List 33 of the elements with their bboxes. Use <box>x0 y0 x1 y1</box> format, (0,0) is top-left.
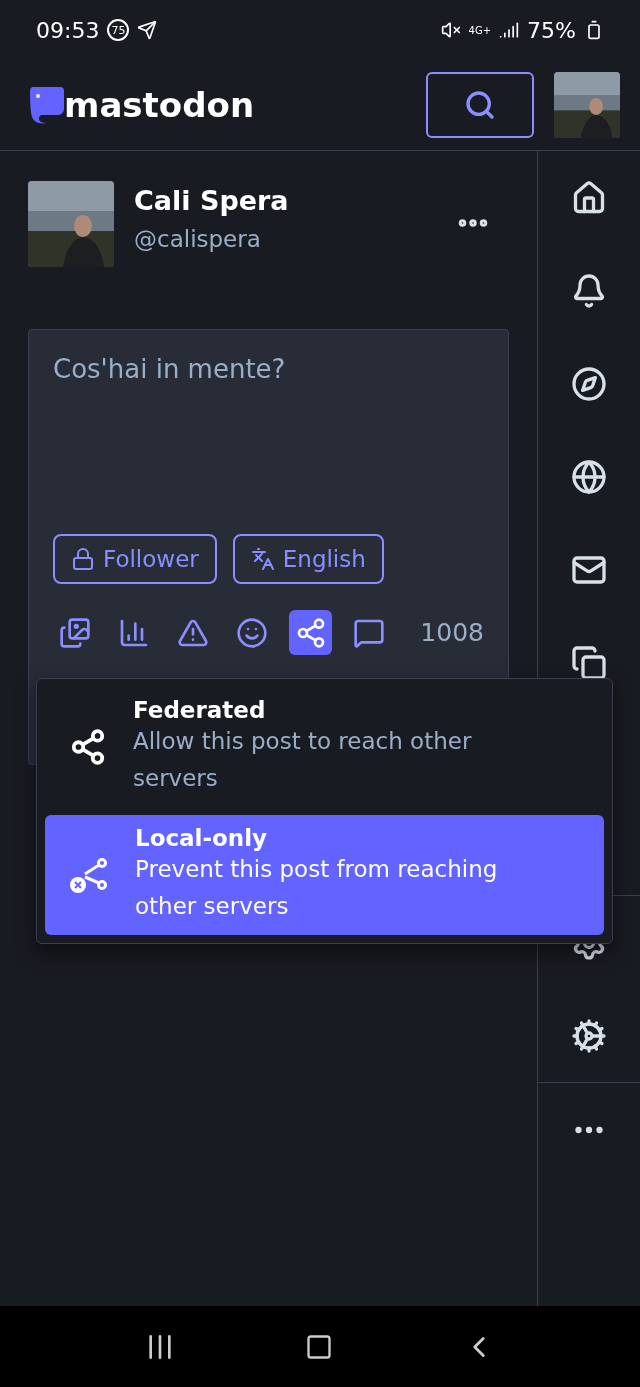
notification-badge: 75 <box>107 19 130 41</box>
account-handle: @calispera <box>134 226 262 252</box>
toolbar-button[interactable] <box>288 610 333 655</box>
network-type: 4G+ <box>468 24 492 36</box>
search-icon <box>464 89 496 121</box>
compass-icon[interactable] <box>571 365 607 402</box>
paper-plane-icon <box>137 20 158 40</box>
media-icon <box>58 616 91 649</box>
battery-level: 75% <box>527 17 576 43</box>
translate-icon <box>250 547 275 571</box>
home-icon[interactable] <box>571 179 607 216</box>
notifications-icon[interactable] <box>571 272 607 309</box>
globe-icon[interactable] <box>571 458 607 495</box>
post-text-field[interactable]: Cos'hai in mente? <box>53 354 484 534</box>
display-name: Cali Spera <box>134 185 290 216</box>
search-button[interactable] <box>426 72 534 138</box>
signal-icon <box>499 20 520 40</box>
bookmarks-icon[interactable] <box>571 644 607 681</box>
share-icon <box>69 728 107 766</box>
clock: 09:53 <box>36 17 100 43</box>
lock-icon <box>71 547 95 571</box>
home-button-icon[interactable] <box>305 1332 333 1361</box>
option-title: Local-only <box>135 825 268 851</box>
character-count: 1008 <box>420 618 484 647</box>
menu-option[interactable]: Local-only Prevent this post from reaching other servers <box>45 815 604 935</box>
emoji-icon <box>235 616 268 649</box>
logo-icon <box>28 85 66 125</box>
logo-text: mastodon <box>64 85 256 125</box>
privacy-button[interactable]: Follower <box>53 534 217 584</box>
language-button[interactable]: English <box>232 534 384 584</box>
mute-icon <box>440 20 461 40</box>
option-title: Federated <box>133 697 266 723</box>
option-description: Prevent this post from reaching other servers <box>135 855 499 921</box>
